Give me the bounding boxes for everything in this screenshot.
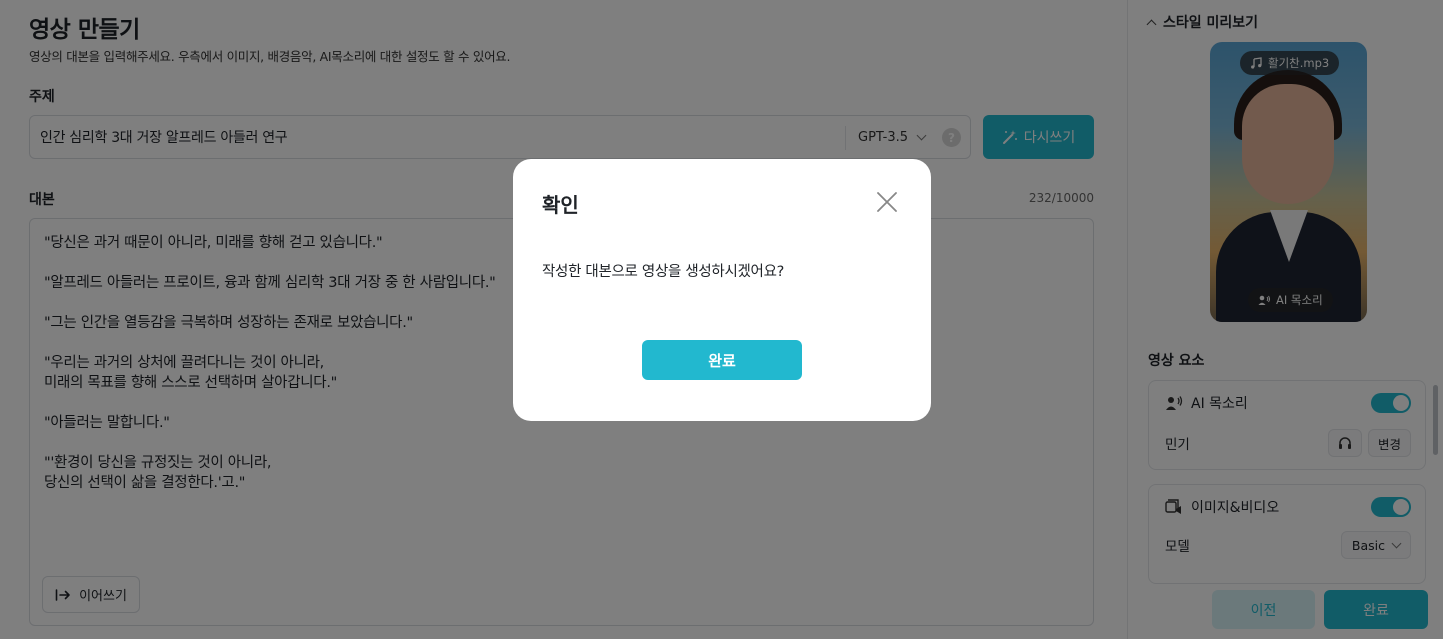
close-icon[interactable] (875, 190, 899, 214)
dialog-message: 작성한 대본으로 영상을 생성하시겠어요? (542, 264, 785, 280)
dialog-title: 확인 (542, 193, 579, 217)
confirm-dialog: 확인 작성한 대본으로 영상을 생성하시겠어요? 완료 (513, 159, 931, 421)
dialog-confirm-button[interactable]: 완료 (642, 340, 802, 380)
